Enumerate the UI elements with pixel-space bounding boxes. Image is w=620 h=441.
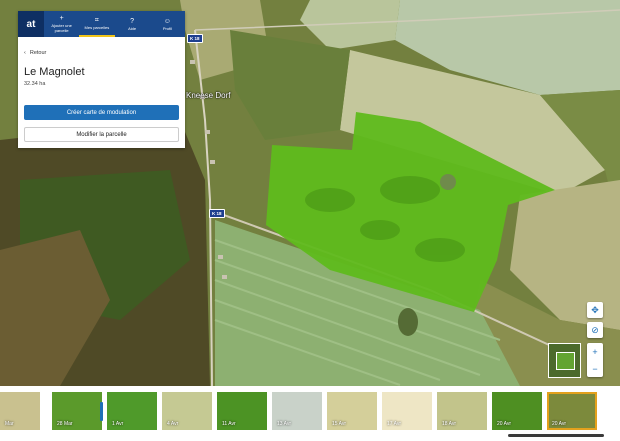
toggle-visibility-button[interactable]: ⊘ <box>587 322 603 338</box>
timeline-thumb-date: 20 Avr <box>497 421 512 427</box>
timeline-thumb-date: 1 Avr <box>112 421 124 427</box>
minimap-field <box>556 352 575 370</box>
recenter-button[interactable]: ✥ <box>587 302 603 318</box>
timeline-thumb[interactable]: 15 Avr <box>327 392 377 430</box>
chevron-left-icon: ‹ <box>24 50 26 56</box>
timeline-thumb[interactable]: 11 Avr <box>217 392 267 430</box>
timeline-thumb-date: 28 Mar <box>57 421 73 427</box>
field-area: 32.34 ha <box>24 81 46 87</box>
timeline-thumb[interactable]: Mar <box>0 392 40 430</box>
nav-help-label: Aide <box>128 25 137 31</box>
create-modulation-map-button[interactable]: Créer carte de modulation <box>24 105 179 120</box>
field-panel: at + Ajouter une parcelle ⌗ Mes parcelle… <box>18 11 185 148</box>
timeline-thumb[interactable]: 28 Mar <box>52 392 102 430</box>
timeline-thumb-date: 11 Avr <box>222 421 236 427</box>
timeline-thumb[interactable]: 17 Avr <box>382 392 432 430</box>
minimap[interactable] <box>548 343 581 378</box>
nav-help[interactable]: ? Aide <box>115 11 150 37</box>
timeline-thumb[interactable]: 20 Avr <box>492 392 542 430</box>
nav-add-field-label: Ajouter une parcelle <box>51 23 72 33</box>
road-label-k18-mid: K 18 <box>209 209 225 218</box>
place-label: Kneese Dorf <box>186 91 231 100</box>
timeline-thumb-date: 17 Avr <box>387 421 402 427</box>
fields-icon: ⌗ <box>94 16 99 24</box>
minus-icon: − <box>592 363 598 374</box>
back-link[interactable]: ‹ Retour <box>24 50 185 56</box>
nav-profile-label: Profil <box>162 25 172 31</box>
help-icon: ? <box>130 17 135 25</box>
timeline-thumb-date: Mar <box>5 421 14 427</box>
zoom-control: + − <box>587 343 603 377</box>
zoom-in-button[interactable]: + <box>587 343 603 360</box>
zoom-out-button[interactable]: − <box>587 360 603 377</box>
nav-my-fields[interactable]: ⌗ Mes parcelles <box>79 11 115 37</box>
road-label-k18-top: K 18 <box>187 34 203 43</box>
crosshair-icon: ✥ <box>591 304 599 315</box>
timeline-thumb[interactable]: 4 Avr <box>162 392 212 430</box>
timeline-scrollbar[interactable] <box>508 434 604 437</box>
timeline-thumb[interactable]: 13 Avr <box>272 392 322 430</box>
plus-icon: + <box>59 15 64 22</box>
timeline-thumb[interactable]: 20 Avr <box>547 392 597 430</box>
top-nav: at + Ajouter une parcelle ⌗ Mes parcelle… <box>18 11 185 37</box>
user-icon: ☺ <box>163 17 171 25</box>
edit-field-button[interactable]: Modifier la parcelle <box>24 127 179 142</box>
timeline-thumb-date: 20 Avr <box>552 421 567 427</box>
timeline-thumb-date: 18 Avr <box>442 421 457 427</box>
eye-slash-icon: ⊘ <box>591 324 599 335</box>
timeline-thumb[interactable]: 1 Avr <box>107 392 157 430</box>
timeline-marker[interactable] <box>100 402 103 421</box>
plus-icon: + <box>592 346 598 357</box>
timeline-thumb-date: 15 Avr <box>332 421 347 427</box>
nav-add-field[interactable]: + Ajouter une parcelle <box>44 11 79 37</box>
logo: at <box>18 11 44 37</box>
nav-my-fields-label: Mes parcelles <box>84 24 110 30</box>
nav-profile[interactable]: ☺ Profil <box>150 11 185 37</box>
back-label: Retour <box>29 50 47 56</box>
timeline-thumb[interactable]: 18 Avr <box>437 392 487 430</box>
field-name: Le Magnolet <box>24 66 85 78</box>
timeline-thumb-date: 4 Avr <box>167 421 179 427</box>
timeline-thumb-date: 13 Avr <box>277 421 292 427</box>
